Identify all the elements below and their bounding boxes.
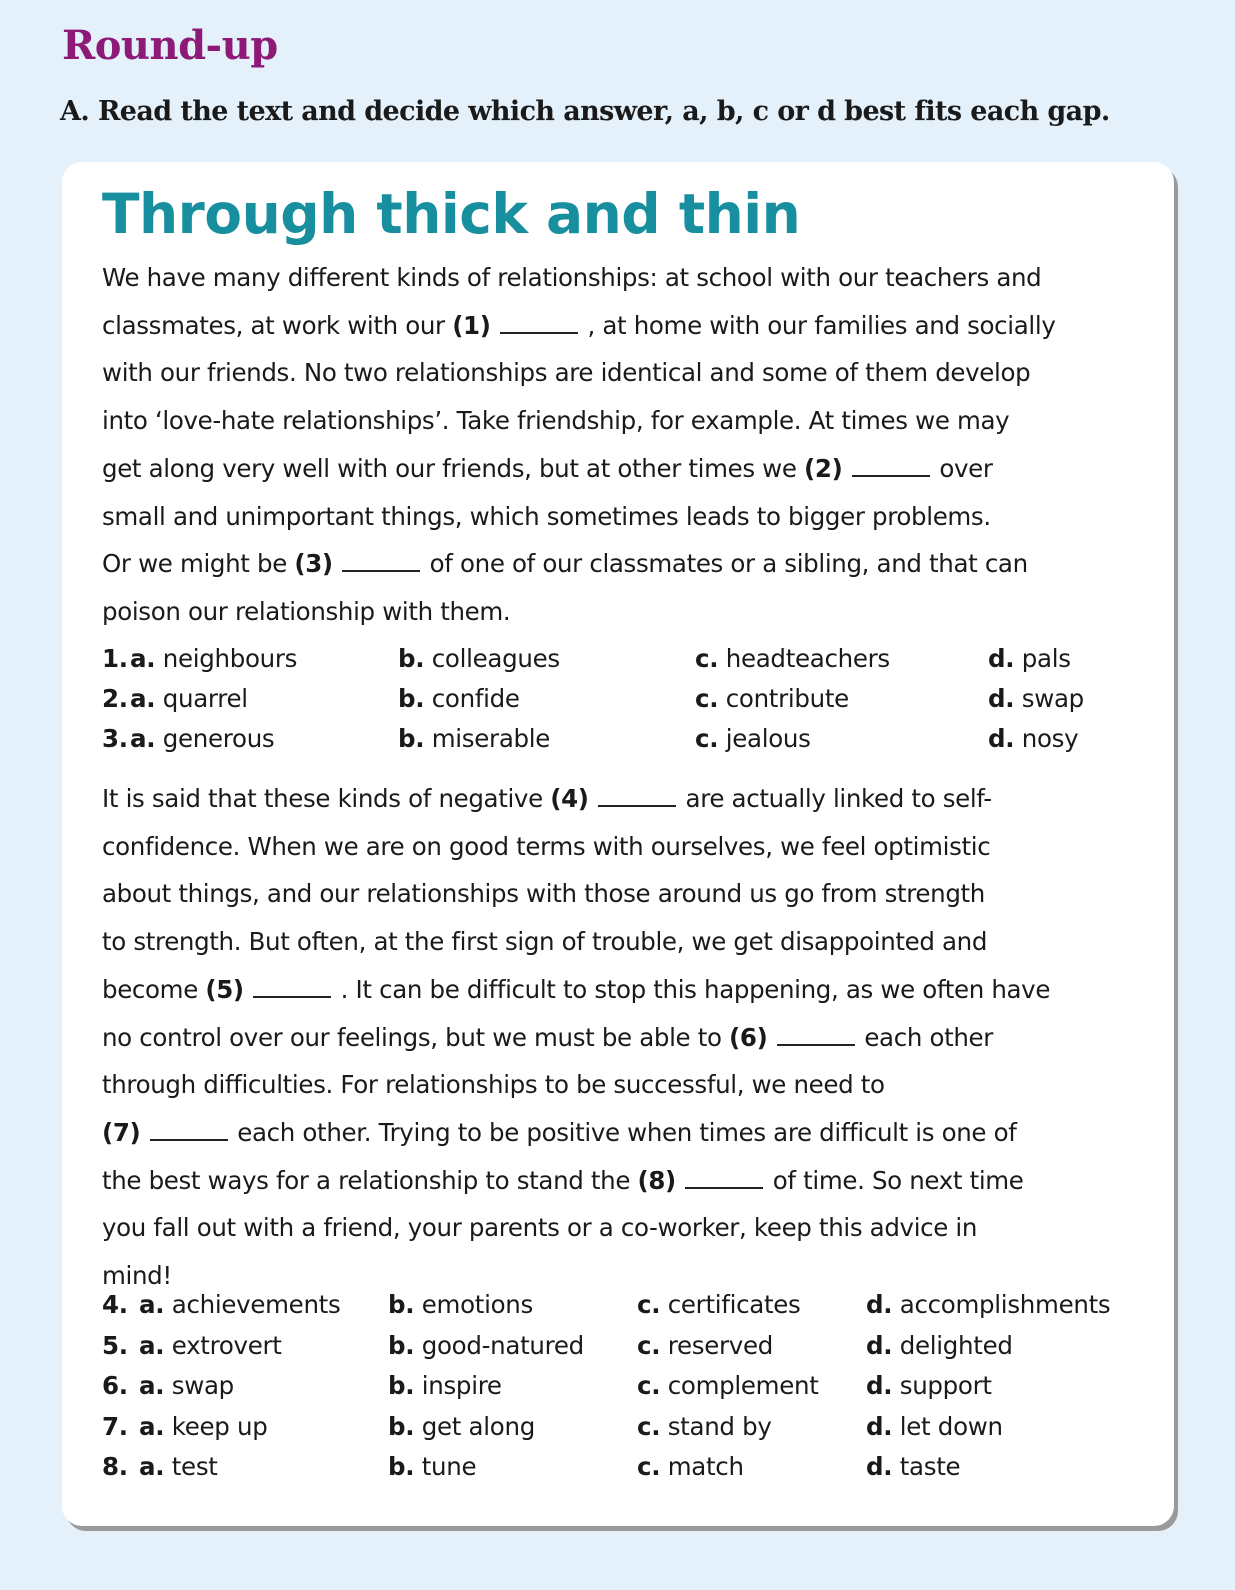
option-c[interactable]: c. jealous bbox=[695, 724, 811, 753]
question-number: 6. bbox=[102, 1371, 128, 1400]
text-line: poison our relationship with them. bbox=[102, 596, 511, 626]
section-title: Round-up bbox=[62, 22, 278, 69]
option-d[interactable]: d. taste bbox=[866, 1452, 961, 1481]
option-d[interactable]: d. delighted bbox=[866, 1331, 1013, 1360]
text-line: become (5) . It can be difficult to stop… bbox=[102, 974, 1051, 1004]
gap-blank[interactable] bbox=[685, 1165, 764, 1189]
option-c[interactable]: c. match bbox=[637, 1452, 744, 1481]
option-a[interactable]: a. keep up bbox=[139, 1412, 268, 1441]
question-number: 1. bbox=[102, 644, 128, 673]
option-a[interactable]: a. achievements bbox=[139, 1290, 341, 1319]
gap-blank[interactable] bbox=[500, 310, 579, 334]
option-d[interactable]: d. pals bbox=[988, 644, 1071, 673]
paragraph-2: It is said that these kinds of negative … bbox=[102, 775, 1050, 1300]
option-a[interactable]: a. generous bbox=[130, 724, 275, 753]
question-number: 7. bbox=[102, 1411, 128, 1441]
question-number: 2. bbox=[102, 684, 128, 713]
text-line: get along very well with our friends, bu… bbox=[102, 453, 993, 483]
text-line: no control over our feelings, but we mus… bbox=[102, 1022, 993, 1052]
option-b[interactable]: b. good-natured bbox=[388, 1331, 584, 1360]
text-line: you fall out with a friend, your parents… bbox=[102, 1213, 978, 1243]
text-line: small and unimportant things, which some… bbox=[102, 501, 991, 531]
option-b[interactable]: b. get along bbox=[388, 1412, 535, 1441]
option-a[interactable]: a. neighbours bbox=[130, 644, 297, 673]
option-d[interactable]: d. accomplishments bbox=[866, 1290, 1111, 1319]
text-line: through difficulties. For relationships … bbox=[102, 1070, 885, 1100]
gap-blank[interactable] bbox=[598, 783, 677, 807]
option-b[interactable]: b. confide bbox=[398, 684, 520, 713]
option-a[interactable]: a. quarrel bbox=[130, 684, 248, 713]
option-d[interactable]: d. let down bbox=[866, 1412, 1003, 1441]
gap-blank[interactable] bbox=[342, 548, 421, 573]
text-line: We have many different kinds of relation… bbox=[102, 263, 1042, 292]
option-b[interactable]: b. miserable bbox=[398, 724, 550, 753]
option-b[interactable]: b. emotions bbox=[388, 1290, 533, 1319]
option-c[interactable]: c. headteachers bbox=[695, 644, 890, 673]
text-line: the best ways for a relationship to stan… bbox=[102, 1165, 1024, 1195]
gap-number: (8) bbox=[637, 1165, 677, 1195]
text-line: (7) each other. Trying to be positive wh… bbox=[102, 1117, 1017, 1147]
gap-number: (1) bbox=[452, 310, 491, 340]
option-b[interactable]: b. colleagues bbox=[398, 644, 560, 673]
option-d[interactable]: d. support bbox=[866, 1371, 992, 1400]
text-line: with our friends. No two relationships a… bbox=[102, 358, 1031, 388]
gap-number: (3) bbox=[294, 549, 333, 579]
option-c[interactable]: c. certificates bbox=[637, 1290, 801, 1319]
text-line: to strength. But often, at the first sig… bbox=[102, 927, 988, 957]
option-b[interactable]: b. inspire bbox=[388, 1371, 502, 1400]
gap-blank[interactable] bbox=[776, 1022, 855, 1046]
gap-number: (4) bbox=[550, 784, 589, 813]
gap-number: (7) bbox=[102, 1117, 141, 1147]
option-d[interactable]: d. swap bbox=[988, 684, 1084, 713]
gap-number: (5) bbox=[205, 974, 244, 1004]
option-a[interactable]: a. swap bbox=[139, 1371, 234, 1400]
text-line: Or we might be (3) of one of our classma… bbox=[102, 548, 1028, 579]
paragraph-1: We have many different kinds of relation… bbox=[102, 254, 1056, 636]
text-line: It is said that these kinds of negative … bbox=[102, 783, 992, 813]
option-c[interactable]: c. contribute bbox=[695, 684, 849, 713]
article-title: Through thick and thin bbox=[102, 182, 801, 246]
instruction: A. Read the text and decide which answer… bbox=[60, 96, 1110, 127]
gap-number: (2) bbox=[804, 453, 843, 483]
question-number: 5. bbox=[102, 1330, 128, 1360]
text-line: about things, and our relationships with… bbox=[102, 879, 985, 909]
text-line: confidence. When we are on good terms wi… bbox=[102, 831, 991, 861]
option-a[interactable]: a. test bbox=[139, 1452, 218, 1481]
question-number: 8. bbox=[102, 1452, 128, 1481]
option-c[interactable]: c. stand by bbox=[637, 1412, 772, 1441]
text-line: classmates, at work with our (1) , at ho… bbox=[102, 310, 1056, 340]
question-number: 3. bbox=[102, 724, 128, 753]
option-c[interactable]: c. complement bbox=[637, 1371, 819, 1400]
gap-blank[interactable] bbox=[253, 974, 332, 998]
question-number: 4. bbox=[102, 1290, 128, 1319]
option-a[interactable]: a. extrovert bbox=[139, 1331, 282, 1360]
gap-blank[interactable] bbox=[149, 1117, 228, 1141]
gap-blank[interactable] bbox=[851, 453, 930, 477]
text-line: into ‘love-hate relationships’. Take fri… bbox=[102, 406, 1010, 436]
option-c[interactable]: c. reserved bbox=[637, 1331, 773, 1360]
option-d[interactable]: d. nosy bbox=[988, 724, 1079, 753]
option-b[interactable]: b. tune bbox=[388, 1452, 477, 1481]
gap-number: (6) bbox=[729, 1022, 768, 1052]
